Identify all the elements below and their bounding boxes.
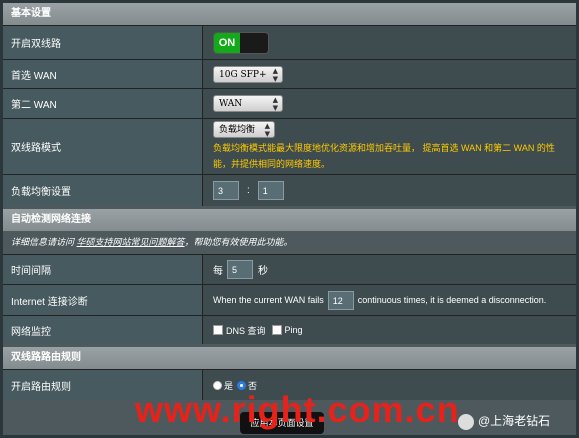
network-monitor-label: 网络监控 [3, 316, 203, 344]
dns-query-checkbox[interactable] [213, 325, 223, 335]
fail-count-suffix: continuous times, it is deemed a disconn… [357, 295, 547, 305]
lb-ratio-primary-input[interactable]: 3 [213, 181, 239, 200]
watermark-text: www.right.com.cn [135, 389, 460, 430]
primary-wan-label: 首选 WAN [3, 60, 203, 88]
weibo-logo-icon [458, 413, 474, 430]
toggle-knob [240, 32, 268, 53]
internet-diagnosis-label: Internet 连接诊断 [3, 285, 203, 315]
weibo-handle: @上海老钻石 [478, 414, 551, 428]
secondary-wan-row: 第二 WAN WAN ▲ ▼ [3, 88, 576, 118]
lb-ratio-secondary-input[interactable]: 1 [257, 181, 284, 200]
mode-description-line1: 负载均衡模式能最大限度地优化资源和增加吞吐量， 提高首选 WAN 和第二 WAN… [213, 143, 555, 153]
interval-input[interactable]: 5 [227, 260, 253, 279]
note-prefix: 详细信息请访问 [11, 237, 77, 247]
mode-description-line2: 能，并提供相同的网络速度。 [213, 159, 331, 169]
select-arrows-icon: ▲ ▼ [272, 96, 278, 112]
internet-diagnosis-row: Internet 连接诊断 When the current WAN fails… [3, 284, 576, 315]
primary-wan-select[interactable]: 10G SFP+ ▲ ▼ [213, 65, 283, 83]
dual-wan-toggle[interactable]: ON [213, 31, 269, 54]
dual-wan-mode-label: 双线路模式 [3, 119, 203, 174]
fail-count-input[interactable]: 12 [327, 290, 354, 310]
select-arrows-icon: ▲ ▼ [272, 66, 278, 83]
dual-wan-mode-value: 负载均衡 [219, 125, 256, 135]
primary-wan-value: 10G SFP+ [219, 69, 267, 80]
secondary-wan-value: WAN [219, 99, 243, 109]
select-arrows-icon: ▲ ▼ [264, 122, 270, 138]
secondary-wan-label: 第二 WAN [3, 89, 203, 118]
ping-label: Ping [284, 325, 303, 335]
auto-detect-header: 自动检测网络连接 [3, 209, 576, 231]
interval-prefix: 每 [213, 266, 223, 277]
lb-ratio-separator: : [247, 185, 250, 196]
toggle-on-label: ON [214, 32, 240, 53]
weibo-watermark: @上海老钻石 [458, 412, 550, 430]
primary-wan-row: 首选 WAN 10G SFP+ ▲ ▼ [3, 59, 576, 88]
asus-faq-link[interactable]: 华硕支持网站常见问题解答 [77, 237, 185, 247]
ping-checkbox[interactable] [271, 325, 282, 335]
network-monitor-row: 网络监控 DNS 查询 Ping [3, 315, 576, 344]
dual-wan-row: 开启双线路 ON [3, 25, 576, 59]
load-balance-row: 负载均衡设置 3 : 1 [3, 174, 576, 206]
load-balance-label: 负载均衡设置 [3, 175, 203, 206]
dual-wan-mode-select[interactable]: 负载均衡 ▲ ▼ [213, 121, 275, 138]
interval-unit: 秒 [258, 266, 268, 277]
basic-settings-header: 基本设置 [3, 3, 576, 25]
dns-query-label: DNS 查询 [226, 325, 266, 336]
dual-wan-mode-row: 双线路模式 负载均衡 ▲ ▼ 负载均衡模式能最大限度地优化资源和增加吞吐量， 提高… [3, 118, 576, 174]
secondary-wan-select[interactable]: WAN ▲ ▼ [213, 95, 283, 112]
routing-header: 双线路路由规则 [3, 347, 576, 369]
interval-label: 时间间隔 [3, 255, 203, 284]
dual-wan-label: 开启双线路 [3, 26, 203, 59]
auto-detect-note: 详细信息请访问 华硕支持网站常见问题解答，帮助您有效使用此功能。 [3, 231, 576, 253]
interval-row: 时间间隔 每 5 秒 [3, 254, 576, 284]
settings-panel: 基本设置 开启双线路 ON 首选 WAN 10G SFP+ ▲ ▼ 第二 WAN … [3, 3, 576, 435]
fail-count-prefix: When the current WAN fails [213, 295, 324, 305]
note-suffix: ，帮助您有效使用此功能。 [184, 237, 293, 247]
